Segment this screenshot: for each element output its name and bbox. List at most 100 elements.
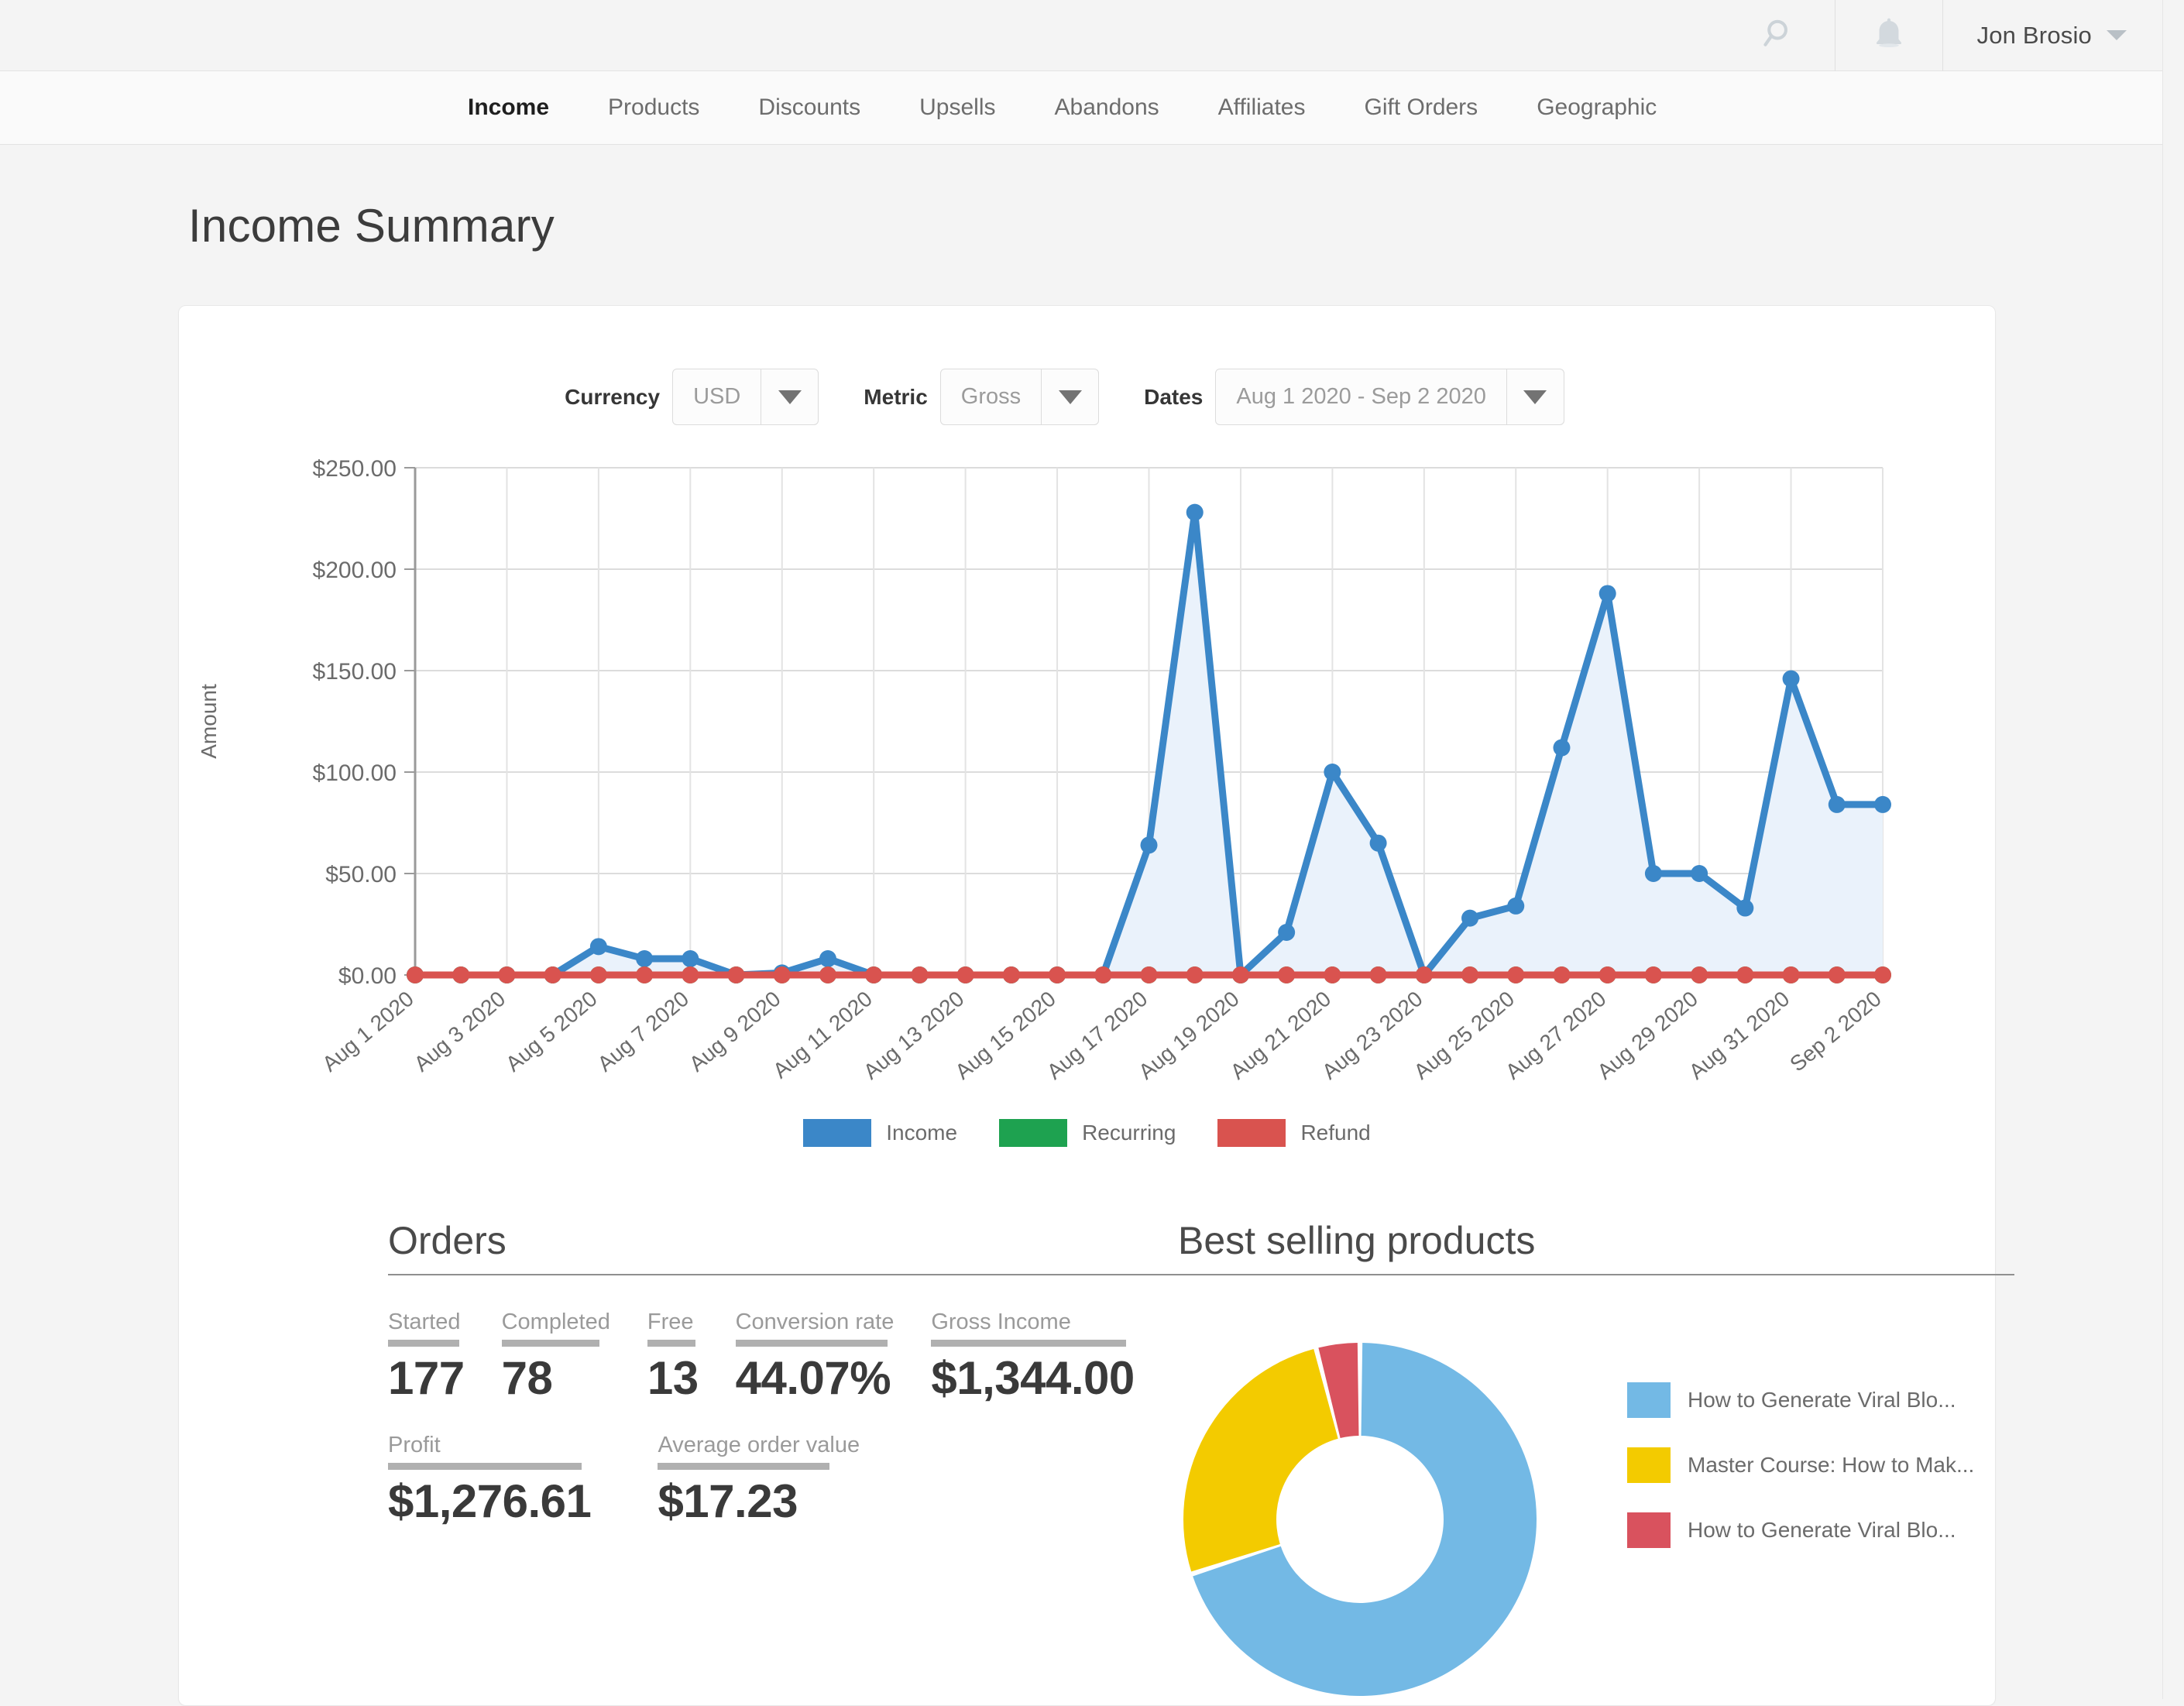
tab-abandons[interactable]: Abandons — [1025, 94, 1189, 121]
donut-legend-swatch-2 — [1627, 1447, 1671, 1483]
filter-bar: Currency USD Metric Gross Dates Aug 1 20… — [134, 306, 1995, 425]
main-nav-tabs: Income Products Discounts Upsells Abando… — [0, 71, 2184, 145]
page-title: Income Summary — [0, 145, 2184, 252]
svg-text:Aug 13 2020: Aug 13 2020 — [859, 987, 969, 1084]
donut-legend: How to Generate Viral Blo... Master Cour… — [1565, 1337, 1974, 1577]
donut-legend-item-1[interactable]: How to Generate Viral Blo... — [1627, 1382, 1974, 1418]
stat-conversion-rate: Conversion rate 44.07% — [736, 1310, 895, 1405]
chevron-down-icon — [1059, 390, 1082, 404]
notifications-button[interactable] — [1835, 0, 1942, 71]
summary-panels: Orders Started 177 Completed 78 Free — [179, 1147, 1995, 1705]
metric-dropdown-arrow[interactable] — [1041, 369, 1098, 424]
metric-select-value: Gross — [941, 369, 1041, 424]
svg-text:$50.00: $50.00 — [325, 862, 397, 887]
dates-label: Dates — [1144, 385, 1203, 410]
stat-underline — [647, 1340, 695, 1347]
svg-text:Aug 7 2020: Aug 7 2020 — [593, 987, 694, 1076]
svg-text:Sep 2 2020: Sep 2 2020 — [1785, 987, 1886, 1076]
orders-divider — [388, 1274, 1178, 1275]
best-selling-heading: Best selling products — [1178, 1218, 2014, 1274]
user-name-label: Jon Brosio — [1977, 22, 2092, 50]
svg-text:$100.00: $100.00 — [313, 760, 397, 786]
svg-text:Aug 31 2020: Aug 31 2020 — [1684, 987, 1794, 1084]
chevron-down-icon — [778, 390, 802, 404]
currency-label: Currency — [565, 385, 660, 410]
donut-legend-item-3[interactable]: How to Generate Viral Blo... — [1627, 1512, 1974, 1548]
stat-free: Free 13 — [647, 1310, 699, 1405]
user-menu[interactable]: Jon Brosio — [1942, 0, 2161, 71]
stat-label-profit: Profit — [388, 1433, 591, 1458]
stat-label-average-order-value: Average order value — [658, 1433, 860, 1458]
donut-legend-label-1: How to Generate Viral Blo... — [1688, 1388, 1956, 1413]
currency-select[interactable]: USD — [672, 369, 819, 425]
chevron-down-icon[interactable] — [2107, 30, 2127, 40]
donut-legend-item-2[interactable]: Master Course: How to Mak... — [1627, 1447, 1974, 1483]
page-body: Income Summary Currency USD Metric Gross… — [0, 145, 2184, 1706]
income-line-chart: $0.00$50.00$100.00$150.00$200.00$250.00A… — [179, 448, 1995, 1145]
svg-text:Aug 1 2020: Aug 1 2020 — [318, 987, 418, 1076]
svg-text:$0.00: $0.00 — [338, 963, 397, 989]
stat-started: Started 177 — [388, 1310, 465, 1405]
stat-underline — [388, 1463, 582, 1470]
stat-value-started: 177 — [388, 1351, 465, 1405]
tab-discounts[interactable]: Discounts — [729, 94, 890, 121]
stat-value-profit: $1,276.61 — [388, 1474, 591, 1528]
svg-text:Aug 25 2020: Aug 25 2020 — [1410, 987, 1520, 1084]
income-line-chart-svg: $0.00$50.00$100.00$150.00$200.00$250.00A… — [179, 448, 2007, 1145]
tab-income[interactable]: Income — [438, 94, 579, 121]
stat-value-free: 13 — [647, 1351, 699, 1405]
page-scrollbar[interactable] — [2162, 0, 2184, 1699]
svg-text:Aug 19 2020: Aug 19 2020 — [1134, 987, 1244, 1084]
orders-panel: Orders Started 177 Completed 78 Free — [179, 1218, 1077, 1705]
svg-text:Aug 23 2020: Aug 23 2020 — [1317, 987, 1427, 1084]
search-icon[interactable] — [1760, 15, 1801, 56]
svg-text:Aug 21 2020: Aug 21 2020 — [1226, 987, 1336, 1084]
stat-value-completed: 78 — [502, 1351, 610, 1405]
income-summary-card: Currency USD Metric Gross Dates Aug 1 20… — [178, 305, 1996, 1706]
metric-select[interactable]: Gross — [940, 369, 1099, 425]
svg-text:Aug 29 2020: Aug 29 2020 — [1592, 987, 1702, 1084]
best-selling-divider — [1178, 1274, 2014, 1275]
donut-chart — [1178, 1337, 1565, 1705]
stat-underline — [736, 1340, 888, 1347]
notification-bell-icon[interactable] — [1870, 15, 1908, 57]
stat-average-order-value: Average order value $17.23 — [658, 1433, 860, 1528]
currency-dropdown-arrow[interactable] — [761, 369, 818, 424]
best-selling-chart-area: How to Generate Viral Blo... Master Cour… — [1178, 1310, 2014, 1705]
tab-affiliates[interactable]: Affiliates — [1189, 94, 1335, 121]
svg-text:Aug 5 2020: Aug 5 2020 — [501, 987, 602, 1076]
donut-slice-2[interactable] — [1183, 1349, 1338, 1571]
svg-text:Aug 3 2020: Aug 3 2020 — [410, 987, 510, 1076]
currency-select-value: USD — [673, 369, 761, 424]
orders-heading: Orders — [388, 1218, 1077, 1274]
dates-dropdown-arrow[interactable] — [1506, 369, 1564, 424]
stat-value-conversion-rate: 44.07% — [736, 1351, 895, 1405]
stat-underline — [502, 1340, 599, 1347]
dates-select[interactable]: Aug 1 2020 - Sep 2 2020 — [1215, 369, 1564, 425]
stat-label-free: Free — [647, 1310, 699, 1335]
svg-text:Amount: Amount — [197, 684, 221, 759]
tab-geographic[interactable]: Geographic — [1507, 94, 1686, 121]
tab-upsells[interactable]: Upsells — [890, 94, 1025, 121]
stat-profit: Profit $1,276.61 — [388, 1433, 591, 1528]
tab-products[interactable]: Products — [579, 94, 729, 121]
best-selling-panel: Best selling products How to Generate Vi… — [1077, 1218, 2061, 1705]
stat-underline — [658, 1463, 829, 1470]
donut-legend-swatch-1 — [1627, 1382, 1671, 1418]
svg-text:$250.00: $250.00 — [313, 456, 397, 482]
top-bar: Jon Brosio — [0, 0, 2184, 71]
svg-text:$150.00: $150.00 — [313, 659, 397, 685]
stat-completed: Completed 78 — [502, 1310, 610, 1405]
stat-label-conversion-rate: Conversion rate — [736, 1310, 895, 1335]
stat-value-average-order-value: $17.23 — [658, 1474, 860, 1528]
stat-underline — [388, 1340, 459, 1347]
dates-select-value: Aug 1 2020 - Sep 2 2020 — [1216, 369, 1506, 424]
search-button[interactable] — [1726, 0, 1835, 71]
svg-text:Aug 17 2020: Aug 17 2020 — [1042, 987, 1152, 1084]
orders-stats-row-1: Started 177 Completed 78 Free 13 — [388, 1310, 1077, 1405]
orders-stats-row-2: Profit $1,276.61 Average order value $17… — [388, 1433, 1077, 1528]
donut-chart-svg — [1178, 1337, 1542, 1701]
svg-text:Aug 27 2020: Aug 27 2020 — [1501, 987, 1611, 1084]
svg-text:Aug 15 2020: Aug 15 2020 — [950, 987, 1060, 1084]
tab-gift-orders[interactable]: Gift Orders — [1334, 94, 1507, 121]
